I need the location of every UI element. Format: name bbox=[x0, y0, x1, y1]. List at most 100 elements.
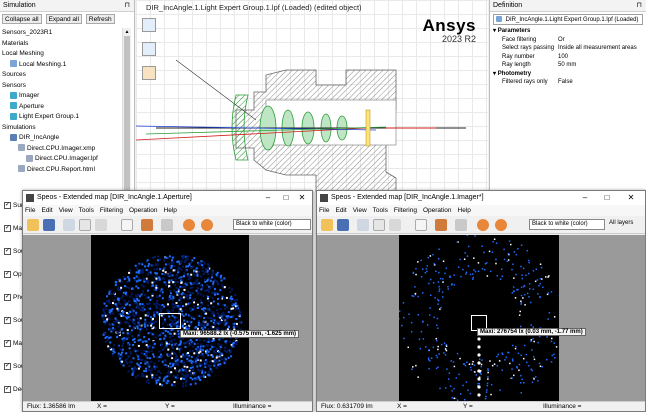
tree-item[interactable]: Local Meshing.1 bbox=[0, 60, 122, 71]
tree-item-label: Materials bbox=[2, 39, 29, 47]
pin-icon[interactable]: ⊓ bbox=[637, 0, 642, 12]
expand-all-button[interactable]: Expand all bbox=[45, 14, 82, 24]
status-bar: Flux: 0.631709 lm X = Y = Illuminance = bbox=[317, 401, 645, 411]
imager-map[interactable] bbox=[399, 235, 559, 401]
window-titlebar[interactable]: Speos - Extended map [DIR_IncAngle.1.Ima… bbox=[317, 191, 645, 205]
checkbox[interactable]: ✓ bbox=[4, 293, 11, 301]
folder-open-icon[interactable] bbox=[321, 219, 333, 231]
zoom-icon[interactable] bbox=[357, 219, 369, 231]
maximize-icon[interactable]: □ bbox=[599, 191, 615, 205]
grid-icon[interactable] bbox=[389, 219, 401, 231]
checkbox[interactable]: ✓ bbox=[4, 247, 11, 255]
menu-item[interactable]: Operation bbox=[129, 207, 158, 214]
tree-item[interactable]: Sources bbox=[0, 70, 122, 81]
menu-item[interactable]: Filtering bbox=[394, 207, 417, 214]
property-row[interactable]: Ray number 100 bbox=[490, 53, 646, 62]
tree-item[interactable]: Sensors bbox=[0, 81, 122, 92]
layers-label[interactable]: All layers bbox=[609, 220, 633, 226]
info-icon[interactable] bbox=[495, 219, 507, 231]
menu-item[interactable]: Filtering bbox=[100, 207, 123, 214]
tree-item[interactable]: Simulations bbox=[0, 123, 122, 134]
layers-icon[interactable] bbox=[435, 219, 447, 231]
menu-item[interactable]: Help bbox=[458, 207, 471, 214]
selected-object[interactable]: DIR_IncAngle.1.Light Expert Group.1.lpf … bbox=[493, 14, 643, 25]
menu-item[interactable]: View bbox=[59, 207, 73, 214]
layers-icon[interactable] bbox=[141, 219, 153, 231]
menu-item[interactable]: File bbox=[25, 207, 35, 214]
file-icon bbox=[496, 16, 502, 23]
tree-item[interactable]: Local Meshing bbox=[0, 49, 122, 60]
tree-item[interactable]: Light Expert Group.1 bbox=[0, 112, 122, 123]
tree-item[interactable]: DIR_IncAngle bbox=[0, 133, 122, 144]
document-icon[interactable] bbox=[415, 219, 427, 231]
colormap-select[interactable]: Black to white (color) bbox=[233, 219, 311, 230]
property-section-header[interactable]: ▾ Photometry bbox=[490, 70, 646, 79]
tree-item[interactable]: Imager bbox=[0, 91, 122, 102]
property-value[interactable]: 100 bbox=[558, 53, 568, 62]
refresh-button[interactable]: Refresh bbox=[85, 14, 115, 24]
property-value[interactable]: Or bbox=[558, 36, 565, 45]
simulation-panel-header: Simulation ⊓ bbox=[0, 0, 134, 12]
checkbox[interactable]: ✓ bbox=[4, 201, 11, 209]
viewport[interactable]: DIR_IncAngle.1.Light Expert Group.1.lpf … bbox=[136, 0, 488, 192]
pin-icon[interactable]: ⊓ bbox=[125, 0, 130, 12]
fit-view-icon[interactable] bbox=[373, 219, 385, 231]
menu-item[interactable]: Help bbox=[164, 207, 177, 214]
checkbox[interactable]: ✓ bbox=[4, 224, 11, 232]
file-icon bbox=[26, 154, 33, 162]
checkbox[interactable]: ✓ bbox=[4, 339, 11, 347]
speos-app-icon bbox=[320, 194, 328, 202]
help-icon[interactable] bbox=[183, 219, 195, 231]
save-icon[interactable] bbox=[337, 219, 349, 231]
tree-item[interactable]: Direct.CPU.Report.html bbox=[0, 165, 122, 176]
checkbox[interactable]: ✓ bbox=[4, 362, 11, 370]
menu-item[interactable]: Edit bbox=[41, 207, 52, 214]
tree-item[interactable]: Sensors_2023R1 bbox=[0, 28, 122, 39]
tree-item[interactable]: Direct.CPU.Imager.xmp bbox=[0, 144, 122, 155]
checkbox[interactable]: ✓ bbox=[4, 270, 11, 278]
zoom-icon[interactable] bbox=[63, 219, 75, 231]
scroll-up-arrow-icon[interactable]: ▲ bbox=[123, 28, 131, 36]
tree-item[interactable]: Aperture bbox=[0, 102, 122, 113]
fit-view-icon[interactable] bbox=[79, 219, 91, 231]
info-icon[interactable] bbox=[201, 219, 213, 231]
menu-item[interactable]: File bbox=[319, 207, 329, 214]
close-icon[interactable]: ✕ bbox=[294, 191, 310, 205]
map-canvas-area: Maxi: 276754 lx (0.03 mm, -1.77 mm) bbox=[317, 235, 645, 401]
property-section-header[interactable]: ▾ Parameters bbox=[490, 27, 646, 36]
aperture-map[interactable] bbox=[91, 235, 249, 401]
tree-item[interactable]: Materials bbox=[0, 39, 122, 50]
colormap-select[interactable]: Black to white (color) bbox=[529, 219, 605, 230]
save-icon[interactable] bbox=[43, 219, 55, 231]
checkbox[interactable]: ✓ bbox=[4, 316, 11, 324]
property-value[interactable]: Inside all measurement areas bbox=[558, 44, 637, 53]
property-value[interactable]: False bbox=[558, 78, 573, 87]
minimize-icon[interactable]: – bbox=[577, 191, 593, 205]
property-value[interactable]: 50 mm bbox=[558, 61, 576, 70]
property-row[interactable]: Ray length 50 mm bbox=[490, 61, 646, 70]
menu-item[interactable]: View bbox=[353, 207, 367, 214]
collapse-all-button[interactable]: Collapse all bbox=[2, 14, 42, 24]
close-icon[interactable]: ✕ bbox=[623, 191, 639, 205]
menu-item[interactable]: Operation bbox=[423, 207, 452, 214]
property-row[interactable]: Filtered rays only False bbox=[490, 78, 646, 87]
minimize-icon[interactable]: – bbox=[260, 191, 276, 205]
extended-map-window-aperture[interactable]: Speos - Extended map [DIR_IncAngle.1.Ape… bbox=[22, 190, 313, 412]
maximize-icon[interactable]: □ bbox=[278, 191, 294, 205]
document-icon[interactable] bbox=[121, 219, 133, 231]
help-icon[interactable] bbox=[477, 219, 489, 231]
menu-item[interactable]: Tools bbox=[373, 207, 388, 214]
menu-item[interactable]: Edit bbox=[335, 207, 346, 214]
checkbox[interactable]: ✓ bbox=[4, 385, 11, 393]
property-row[interactable]: Face filtering Or bbox=[490, 36, 646, 45]
sensor-icon bbox=[10, 112, 17, 120]
folder-open-icon[interactable] bbox=[27, 219, 39, 231]
extended-map-window-imager[interactable]: Speos - Extended map [DIR_IncAngle.1.Ima… bbox=[316, 190, 646, 412]
adjust-icon[interactable] bbox=[161, 219, 173, 231]
tree-item[interactable]: Direct.CPU.Imager.lpf bbox=[0, 154, 122, 165]
adjust-icon[interactable] bbox=[455, 219, 467, 231]
menu-item[interactable]: Tools bbox=[79, 207, 94, 214]
grid-icon[interactable] bbox=[95, 219, 107, 231]
window-titlebar[interactable]: Speos - Extended map [DIR_IncAngle.1.Ape… bbox=[23, 191, 312, 205]
property-row[interactable]: Select rays passing Inside all measuremen… bbox=[490, 44, 646, 53]
